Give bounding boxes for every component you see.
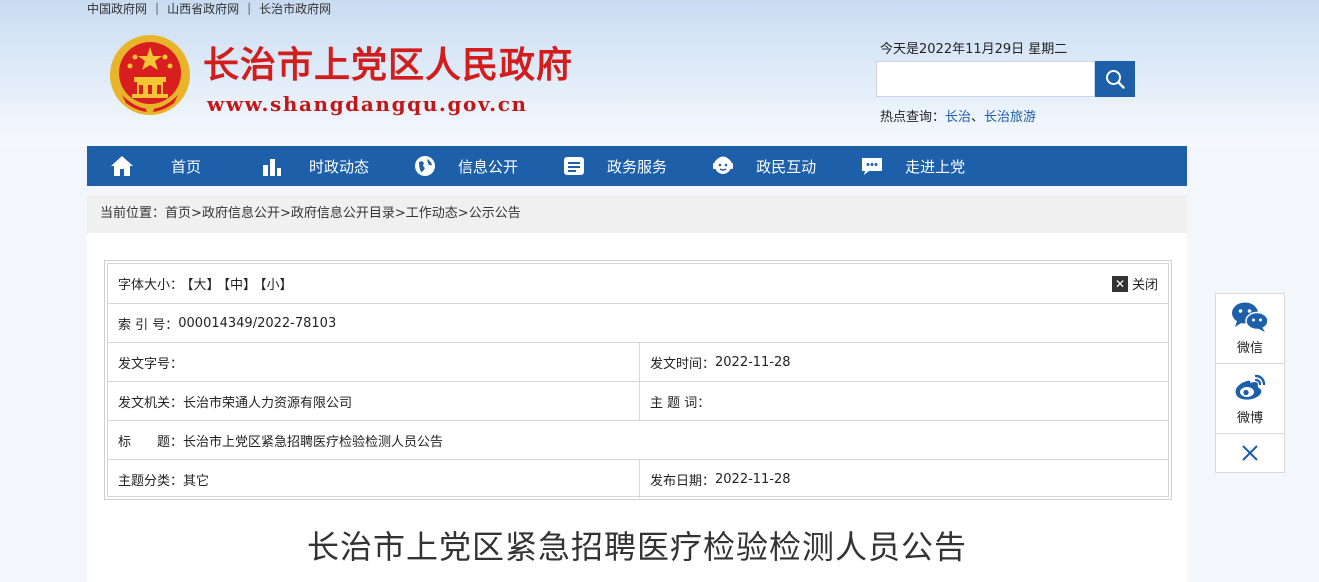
meta-row-issuer: 发文机关： 长治市荣通人力资源有限公司 主 题 词： (108, 382, 1168, 421)
issuer-label: 发文机关： (118, 395, 184, 411)
hot-search: 热点查询：长治、长治旅游 (880, 106, 1036, 125)
top-link-gov[interactable]: 中国政府网 (87, 0, 147, 17)
share-wechat-button[interactable]: 微信 (1216, 294, 1284, 364)
share-sidebar: 微信 微博 (1215, 293, 1285, 473)
search-button[interactable] (1095, 61, 1135, 97)
share-close-button[interactable] (1216, 434, 1284, 472)
share-weibo-button[interactable]: 微博 (1216, 364, 1284, 434)
font-size-selector: 字体大小： 【大】 【中】 【小】 (118, 274, 293, 293)
category-value: 其它 (183, 473, 210, 489)
top-link-shanxi[interactable]: 山西省政府网 (167, 0, 239, 17)
close-icon: ✕ (1111, 275, 1128, 292)
national-emblem-icon (110, 35, 190, 115)
person-icon (710, 153, 736, 179)
breadcrumb-item-home[interactable]: 首页 (165, 206, 191, 221)
nav-item-label: 政务服务 (607, 157, 668, 176)
nav-item-info[interactable]: 信息公开 (412, 146, 518, 186)
breadcrumb-label: 当前位置： (100, 206, 166, 221)
home-icon (109, 153, 135, 179)
nav-item-services[interactable]: 政务服务 (561, 146, 667, 186)
issue-time-value: 2022-11-28 (715, 354, 791, 370)
document-icon (561, 153, 587, 179)
weibo-icon (1235, 374, 1266, 400)
bar-chart-icon (259, 153, 285, 179)
index-label: 索 引 号： (118, 317, 179, 333)
nav-item-label: 首页 (171, 157, 202, 176)
publish-date-value: 2022-11-28 (715, 471, 791, 487)
breadcrumb-separator: > (394, 206, 406, 221)
index-value: 000014349/2022-78103 (178, 315, 337, 331)
search-icon (1106, 70, 1125, 89)
breadcrumb: 当前位置：首页>政府信息公开>政府信息公开目录>工作动态>公示公告 (87, 195, 1187, 233)
main-nav: 首页 时政动态 信息公开 政务服务 政民互动 走进上党 (87, 146, 1187, 186)
site-url: www.shangdangqu.gov.cn (207, 92, 528, 116)
globe-icon (412, 153, 438, 179)
nav-item-label: 信息公开 (458, 157, 519, 176)
breadcrumb-item-work[interactable]: 工作动态 (406, 206, 458, 221)
top-link-separator: | (247, 1, 252, 15)
current-date: 今天是2022年11月29日 星期二 (880, 42, 1068, 57)
search-input[interactable] (876, 61, 1095, 97)
issue-time-label: 发文时间： (650, 356, 716, 372)
font-size-large[interactable]: 【大】 (187, 278, 220, 293)
share-weibo-label: 微博 (1236, 411, 1263, 426)
breadcrumb-item-notice[interactable]: 公示公告 (469, 206, 521, 221)
breadcrumb-item-info[interactable]: 政府信息公开 (202, 206, 280, 221)
nav-item-about[interactable]: 走进上党 (859, 146, 965, 186)
top-links: 中国政府网 | 山西省政府网 | 长治市政府网 (87, 0, 331, 16)
article-title: 长治市上党区紧急招聘医疗检验检测人员公告 (306, 528, 967, 566)
subject-label: 主 题 词： (650, 395, 711, 411)
issuer-value: 长治市荣通人力资源有限公司 (183, 395, 353, 411)
hot-search-separator: 、 (971, 110, 985, 125)
meta-row-category: 主题分类： 其它 发布日期： 2022-11-28 (108, 460, 1168, 498)
meta-row-docno: 发文字号： 发文时间： 2022-11-28 (108, 343, 1168, 382)
share-wechat-label: 微信 (1236, 341, 1263, 356)
nav-item-home[interactable]: 首页 (109, 146, 201, 186)
publish-date-label: 发布日期： (650, 473, 716, 489)
top-link-separator: | (155, 1, 160, 15)
hot-search-link-changzhi[interactable]: 长治 (945, 110, 971, 125)
nav-item-label: 时政动态 (309, 157, 370, 176)
title-value: 长治市上党区紧急招聘医疗检验检测人员公告 (183, 434, 444, 450)
breadcrumb-separator: > (191, 206, 202, 221)
close-button[interactable]: ✕ 关闭 (1111, 274, 1158, 293)
breadcrumb-item-catalog[interactable]: 政府信息公开目录 (291, 206, 395, 221)
meta-row-index: 索 引 号： 000014349/2022-78103 (108, 304, 1168, 343)
nav-item-news[interactable]: 时政动态 (259, 146, 369, 186)
chat-icon (859, 153, 885, 179)
site-title: 长治市上党区人民政府 (203, 45, 574, 86)
close-label: 关闭 (1131, 278, 1158, 293)
font-size-label: 字体大小： (118, 278, 184, 293)
document-meta-table: 字体大小： 【大】 【中】 【小】 ✕ 关闭 索 引 号： 000014349/2022… (104, 260, 1172, 500)
wechat-icon (1232, 302, 1269, 332)
hot-search-link-tourism[interactable]: 长治旅游 (984, 110, 1036, 125)
title-label: 标 题： (118, 434, 184, 450)
nav-item-label: 政民互动 (756, 157, 817, 176)
breadcrumb-separator: > (279, 206, 291, 221)
close-icon (1242, 445, 1258, 461)
font-size-medium[interactable]: 【中】 (224, 278, 257, 293)
nav-item-interaction[interactable]: 政民互动 (710, 146, 816, 186)
nav-item-label: 走进上党 (905, 157, 966, 176)
hot-search-label: 热点查询： (880, 110, 946, 125)
font-size-small[interactable]: 【小】 (260, 278, 293, 293)
breadcrumb-separator: > (457, 206, 469, 221)
top-link-changzhi[interactable]: 长治市政府网 (259, 0, 331, 17)
category-label: 主题分类： (118, 473, 184, 489)
doc-no-label: 发文字号： (118, 356, 184, 372)
meta-row-title: 标 题： 长治市上党区紧急招聘医疗检验检测人员公告 (108, 421, 1168, 460)
meta-toolbar: 字体大小： 【大】 【中】 【小】 ✕ 关闭 (108, 264, 1168, 304)
